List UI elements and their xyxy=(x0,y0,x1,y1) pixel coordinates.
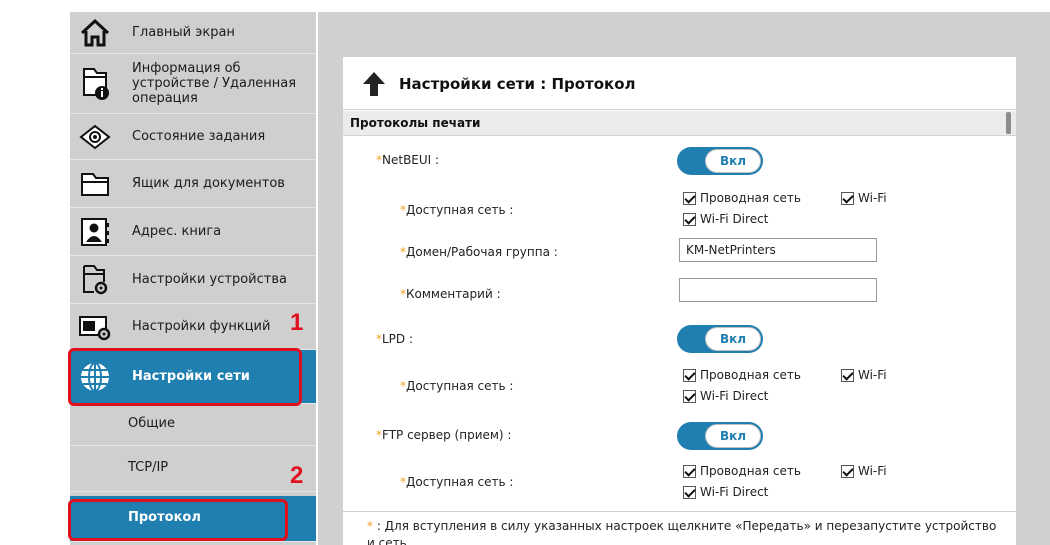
footer-note-text: * : Для вступления в силу указанных наст… xyxy=(367,519,997,545)
sidebar-subitem-label: Общие xyxy=(128,416,175,431)
sidebar-item-document-box[interactable]: Ящик для документов xyxy=(70,160,316,208)
checkbox-checked-icon xyxy=(683,191,696,205)
checkbox-checked-icon xyxy=(841,368,854,382)
sidebar-subitem-general[interactable]: Общие xyxy=(70,404,316,446)
checkbox-checked-icon xyxy=(841,464,854,478)
callout-step-1: 1 xyxy=(290,309,304,336)
toggle-knob: Вкл xyxy=(705,424,761,448)
lpd-wifi-direct-checkbox[interactable]: Wi-Fi Direct xyxy=(683,389,768,403)
checkbox-checked-icon xyxy=(683,485,696,499)
sidebar-subitem-label: TCP/IP xyxy=(128,460,169,475)
checkbox-checked-icon xyxy=(841,191,854,205)
footer-note: * : Для вступления в силу указанных наст… xyxy=(343,511,1016,545)
lpd-wired-checkbox[interactable]: Проводная сеть xyxy=(683,368,801,382)
toggle-knob: Вкл xyxy=(705,327,761,351)
sidebar-item-label: Настройки функций xyxy=(132,319,271,334)
lpd-wifi-checkbox[interactable]: Wi-Fi xyxy=(841,368,887,382)
highlight-protocol xyxy=(68,499,288,541)
eye-icon xyxy=(78,120,112,154)
checkbox-checked-icon xyxy=(683,389,696,403)
checkbox-checked-icon xyxy=(683,464,696,478)
page-title: Настройки сети : Протокол xyxy=(399,75,636,93)
netbeui-label: *NetBEUI : xyxy=(376,153,440,167)
netbeui-wifi-checkbox[interactable]: Wi-Fi xyxy=(841,191,887,205)
sidebar-item-device-info[interactable]: Информация об устройстве / Удаленная опе… xyxy=(70,54,316,114)
domain-label: *Домен/Рабочая группа : xyxy=(400,245,558,259)
sidebar-item-label: Ящик для документов xyxy=(132,176,285,191)
address-book-icon xyxy=(78,215,112,249)
ftp-wifi-checkbox[interactable]: Wi-Fi xyxy=(841,464,887,478)
lpd-toggle[interactable]: Вкл xyxy=(677,325,763,353)
sidebar: Главный экран Информация об устройстве /… xyxy=(70,12,316,545)
settings-panel: Настройки сети : Протокол Протоколы печа… xyxy=(343,57,1016,545)
netbeui-wifi-direct-checkbox[interactable]: Wi-Fi Direct xyxy=(683,212,768,226)
ftp-wifi-direct-checkbox[interactable]: Wi-Fi Direct xyxy=(683,485,768,499)
netbeui-network-label: *Доступная сеть : xyxy=(400,203,514,217)
function-settings-icon xyxy=(78,310,112,344)
sidebar-item-job-status[interactable]: Состояние задания xyxy=(70,114,316,160)
panel-header: Настройки сети : Протокол xyxy=(343,57,1016,110)
device-info-icon xyxy=(78,67,112,101)
section-header: Протоколы печати xyxy=(343,111,1016,136)
device-settings-icon xyxy=(78,263,112,297)
sidebar-item-function-settings[interactable]: Настройки функций xyxy=(70,304,316,350)
sidebar-item-label: Настройки устройства xyxy=(132,272,287,287)
ftp-label: *FTP сервер (прием) : xyxy=(376,428,512,442)
up-arrow-icon[interactable] xyxy=(361,70,387,98)
netbeui-wired-checkbox[interactable]: Проводная сеть xyxy=(683,191,801,205)
folder-icon xyxy=(78,167,112,201)
sidebar-item-label: Информация об устройстве / Удаленная опе… xyxy=(132,61,297,106)
comment-label: *Комментарий : xyxy=(400,287,501,301)
lpd-network-label: *Доступная сеть : xyxy=(400,379,514,393)
ftp-toggle[interactable]: Вкл xyxy=(677,422,763,450)
comment-input[interactable] xyxy=(679,278,877,302)
sidebar-item-address-book[interactable]: Адрес. книга xyxy=(70,208,316,256)
sidebar-subitem-tcpip[interactable]: TCP/IP xyxy=(70,446,316,492)
domain-input[interactable]: KM-NetPrinters xyxy=(679,238,877,262)
sidebar-item-device-settings[interactable]: Настройки устройства xyxy=(70,256,316,304)
scrollbar-thumb[interactable] xyxy=(1006,112,1011,134)
ftp-network-label: *Доступная сеть : xyxy=(400,475,514,489)
callout-step-2: 2 xyxy=(290,462,304,489)
checkbox-checked-icon xyxy=(683,368,696,382)
toggle-knob: Вкл xyxy=(705,149,761,173)
sidebar-item-home[interactable]: Главный экран xyxy=(70,12,316,54)
section-title: Протоколы печати xyxy=(350,116,481,130)
sidebar-item-label: Главный экран xyxy=(132,25,235,40)
highlight-network-settings xyxy=(68,348,302,406)
home-icon xyxy=(78,16,112,50)
screen: Главный экран Информация об устройстве /… xyxy=(0,0,1050,545)
sidebar-item-label: Состояние задания xyxy=(132,129,266,144)
ftp-wired-checkbox[interactable]: Проводная сеть xyxy=(683,464,801,478)
lpd-label: *LPD : xyxy=(376,332,414,346)
sidebar-item-label: Адрес. книга xyxy=(132,224,222,239)
checkbox-checked-icon xyxy=(683,212,696,226)
netbeui-toggle[interactable]: Вкл xyxy=(677,147,763,175)
